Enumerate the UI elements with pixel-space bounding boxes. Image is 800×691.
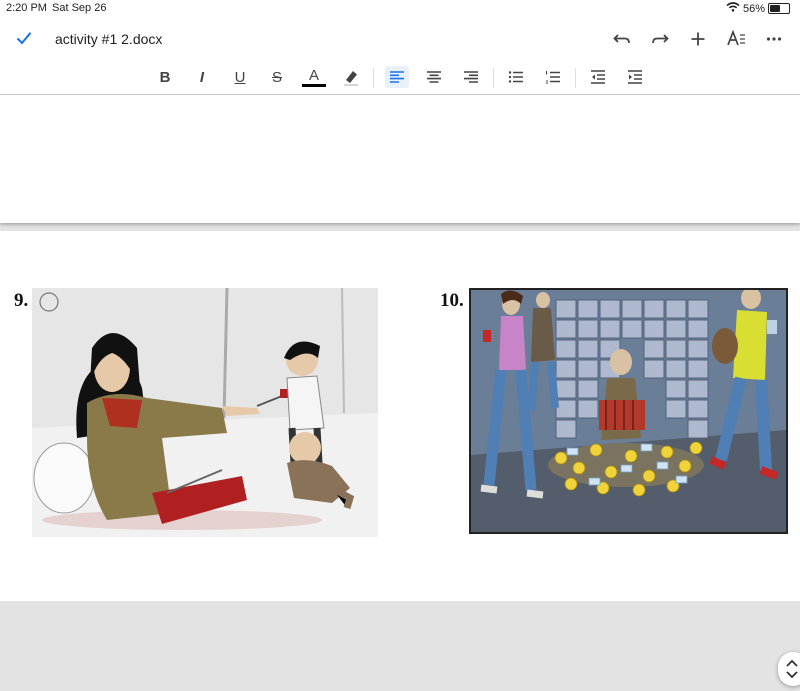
bulleted-list-icon [508,71,523,83]
document-page[interactable]: 9. 10. [0,231,800,686]
decrease-indent-icon [591,70,605,84]
text-color-button[interactable]: A [302,66,326,87]
cartoon-image-10 [469,288,788,534]
align-center-icon [427,71,441,83]
highlight-button[interactable] [339,66,363,88]
chevron-up-down-icon [786,659,798,679]
battery-percentage: 56% [742,2,765,15]
plus-icon [691,32,705,46]
battery-icon [768,3,790,14]
status-date: Sat Sep 26 [52,2,107,14]
undo-button[interactable] [610,26,634,52]
align-right-icon [464,71,478,83]
italic-button[interactable]: I [190,66,214,88]
document-title[interactable]: activity #1 2.docx [55,31,162,47]
bold-button[interactable]: B [153,66,177,88]
insert-button[interactable] [686,26,710,52]
cartoon-image-9 [32,288,378,537]
done-check-button[interactable] [12,27,36,51]
format-toolbar: B I U S A [0,60,800,95]
increase-indent-button[interactable] [623,66,647,88]
align-left-icon [390,71,404,83]
highlighter-icon [344,71,358,86]
decrease-indent-button[interactable] [586,66,610,88]
toolbar-divider [373,68,374,88]
item-number-9: 9. [14,290,29,311]
toolbar-divider [575,68,576,88]
app-bar: activity #1 2.docx [0,18,800,60]
numbered-list-button[interactable] [541,66,565,88]
more-options-button[interactable] [762,26,786,52]
text-format-icon [727,30,745,46]
document-page-top[interactable] [0,95,800,223]
status-time: 2:20 PM [6,2,47,14]
numbered-list-icon [546,71,560,84]
undo-icon [613,34,630,44]
text-format-button[interactable] [724,26,748,52]
wifi-icon [726,2,740,15]
item-number-10: 10. [440,290,464,311]
align-left-button[interactable] [385,66,409,88]
align-center-button[interactable] [422,66,446,88]
app-actions [610,26,786,52]
redo-button[interactable] [648,26,672,52]
increase-indent-icon [628,70,642,84]
bulleted-list-button[interactable] [504,66,528,88]
underline-button[interactable]: U [228,66,252,88]
strikethrough-button[interactable]: S [265,66,289,88]
toolbar-divider [493,68,494,88]
status-bar: 2:20 PM Sat Sep 26 56% [0,0,800,18]
align-right-button[interactable] [459,66,483,88]
more-dots-icon [766,37,782,41]
redo-icon [652,34,669,44]
status-indicators: 56% [726,2,790,15]
check-icon [16,32,32,45]
scroll-handle[interactable] [778,652,800,686]
